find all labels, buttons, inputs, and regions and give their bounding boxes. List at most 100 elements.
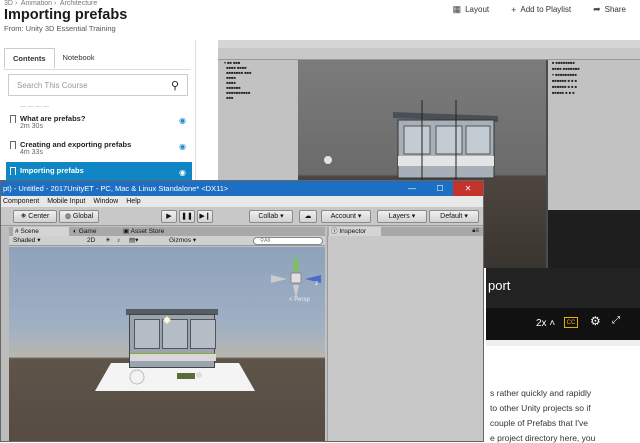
- layers-dropdown[interactable]: Layers ▾: [377, 210, 427, 223]
- layout-button[interactable]: ▦ Layout: [453, 4, 490, 15]
- maximize-button[interactable]: ☐: [427, 181, 453, 196]
- inspector-tab-strip: ⓘ Inspector 🔒︎≡: [327, 227, 483, 236]
- lock-icon[interactable]: 🔒︎≡: [472, 227, 479, 236]
- scene-gizmo-overlay: z: [129, 253, 321, 385]
- toggle-2d-button[interactable]: 2D: [87, 236, 95, 246]
- cloud-icon: ☁: [304, 213, 312, 220]
- item-title: What are prefabs?: [20, 114, 86, 123]
- course-sidebar: Contents Notebook Search This Course ⚲ —…: [0, 40, 196, 190]
- item-title: Creating and exporting prefabs: [20, 140, 132, 149]
- menu-window[interactable]: Window: [93, 196, 118, 207]
- contents-list: — — — — What are prefabs? 2m 30s ◉ Creat…: [6, 104, 192, 188]
- bookmark-icon[interactable]: [10, 167, 16, 175]
- fullscreen-icon[interactable]: ⤢: [612, 315, 620, 326]
- window-title: pt) - Untitled - 2017UnityET - PC, Mac &…: [3, 184, 229, 193]
- collab-dropdown[interactable]: Collab ▾: [249, 210, 293, 223]
- breadcrumb: 3D › Animation › Architecture: [4, 0, 98, 7]
- share-button[interactable]: ➦ Share: [593, 4, 626, 15]
- chevron-down-icon: ▾: [280, 213, 284, 220]
- pivot-global-toggle[interactable]: ◍ Global: [59, 210, 99, 223]
- shading-mode-dropdown[interactable]: Shaded ▾: [13, 236, 41, 246]
- item-duration: 2m 30s: [20, 123, 43, 130]
- chevron-down-icon: ▾: [464, 213, 468, 220]
- menu-help[interactable]: Help: [126, 196, 140, 207]
- menu-component[interactable]: Component: [3, 196, 39, 207]
- sidebar-tabs: Contents Notebook: [4, 48, 191, 70]
- menu-bar: Component Mobile Input Window Help: [1, 196, 483, 207]
- course-header: 3D › Animation › Architecture Importing pr…: [0, 0, 640, 40]
- tab-notebook[interactable]: Notebook: [55, 48, 103, 69]
- scene-tab-strip: # Scene ◐ Game ▣ Asset Store: [9, 227, 325, 236]
- globe-icon: ◍: [64, 213, 71, 220]
- tab-contents[interactable]: Contents: [4, 48, 55, 69]
- video-title-text: port: [488, 278, 511, 293]
- transcript-line[interactable]: s rather quickly and rapidly: [490, 388, 591, 398]
- video-preview-panel: [548, 210, 640, 268]
- gear-icon[interactable]: ⚙: [590, 314, 601, 328]
- play-button[interactable]: ▶: [161, 210, 177, 223]
- video-inspector-panel: ■ ■■■■■■■■ ■■■■ ■■■■■■■ ▾ ■■■■■■■■■ ■■■■…: [548, 60, 640, 210]
- playback-speed-button[interactable]: 2x ˄: [536, 318, 555, 329]
- list-item[interactable]: Creating and exporting prefabs 4m 33s ◉: [6, 136, 192, 162]
- item-title: Importing prefabs: [20, 166, 84, 175]
- list-item[interactable]: What are prefabs? 2m 30s ◉: [6, 110, 192, 136]
- game-icon: ◐: [73, 228, 77, 235]
- perspective-label[interactable]: < Persp: [289, 297, 310, 303]
- effects-toggle-icon[interactable]: ▤▾: [129, 236, 138, 246]
- video-controls: port 2x ˄ CC ⚙ ⤢: [486, 268, 640, 340]
- tab-scene[interactable]: # Scene: [13, 227, 69, 236]
- unity-editor-window: pt) - Untitled - 2017UnityET - PC, Mac &…: [0, 180, 484, 442]
- lighting-toggle-icon[interactable]: ☀: [105, 236, 111, 246]
- video-unity-toolbar: [218, 48, 640, 60]
- window-titlebar[interactable]: pt) - Untitled - 2017UnityET - PC, Mac &…: [1, 181, 483, 196]
- page-title: Importing prefabs: [4, 7, 128, 23]
- plus-icon: +: [511, 4, 517, 15]
- item-duration: 4m 33s: [20, 149, 43, 156]
- add-to-playlist-button[interactable]: + Add to Playlist: [511, 4, 571, 15]
- share-icon: ➦: [593, 4, 601, 14]
- course-source: From: Unity 3D Essential Training: [4, 24, 116, 33]
- search-placeholder: Search This Course: [17, 80, 88, 90]
- account-dropdown[interactable]: Account ▾: [321, 210, 371, 223]
- closed-captions-button[interactable]: CC: [564, 317, 578, 328]
- breadcrumb-item[interactable]: 3D: [4, 0, 13, 7]
- minimize-button[interactable]: —: [399, 181, 425, 196]
- store-icon: ▣: [123, 228, 130, 235]
- gizmos-dropdown[interactable]: Gizmos ▾: [169, 236, 196, 246]
- pivot-center-toggle[interactable]: ⛯ Center: [13, 210, 57, 223]
- layout-dropdown[interactable]: Default ▾: [429, 210, 479, 223]
- scene-view-toolbar: Shaded ▾ 2D ☀ ♪ ▤▾ Gizmos ▾ ⚲All: [9, 236, 325, 246]
- pause-button[interactable]: ❚❚: [179, 210, 195, 223]
- scene-search-input[interactable]: ⚲All: [253, 237, 323, 245]
- left-panel-edge: [1, 227, 9, 441]
- scene-viewport[interactable]: z < Persp: [9, 247, 325, 441]
- transcript-line[interactable]: to other Unity projects so if: [490, 403, 591, 413]
- info-icon: ⓘ: [331, 228, 338, 235]
- bookmark-icon[interactable]: [10, 141, 16, 149]
- watched-eye-icon: ◉: [179, 116, 186, 125]
- svg-text:z: z: [315, 281, 318, 287]
- transcript-line[interactable]: couple of Prefabs that I've: [490, 418, 588, 428]
- watched-eye-icon: ◉: [179, 168, 186, 177]
- tab-asset-store[interactable]: ▣ Asset Store: [121, 227, 191, 236]
- tab-inspector[interactable]: ⓘ Inspector: [329, 227, 381, 236]
- close-button[interactable]: ✕: [453, 181, 483, 196]
- step-button[interactable]: ▶❙: [197, 210, 213, 223]
- header-actions: ▦ Layout + Add to Playlist ➦ Share: [453, 4, 626, 15]
- breadcrumb-item[interactable]: Architecture: [60, 0, 97, 7]
- main-toolbar: ⛯ Center ◍ Global ▶ ❚❚ ▶❙ Collab ▾ ☁ Acc…: [1, 207, 483, 226]
- chevron-down-icon: ▾: [357, 213, 362, 220]
- tab-game[interactable]: ◐ Game: [71, 227, 119, 236]
- menu-mobile-input[interactable]: Mobile Input: [47, 196, 85, 207]
- breadcrumb-item[interactable]: Animation: [21, 0, 52, 7]
- cloud-button[interactable]: ☁: [299, 210, 317, 223]
- video-unity-menubar: [218, 40, 640, 48]
- watched-eye-icon: ◉: [179, 142, 186, 151]
- center-icon: ⛯: [20, 213, 27, 220]
- grid-icon: #: [15, 228, 19, 235]
- bookmark-icon[interactable]: [10, 115, 16, 123]
- audio-toggle-icon[interactable]: ♪: [117, 236, 120, 246]
- inspector-panel: [327, 236, 483, 441]
- search-input[interactable]: Search This Course ⚲: [8, 74, 188, 96]
- search-icon[interactable]: ⚲: [171, 79, 187, 92]
